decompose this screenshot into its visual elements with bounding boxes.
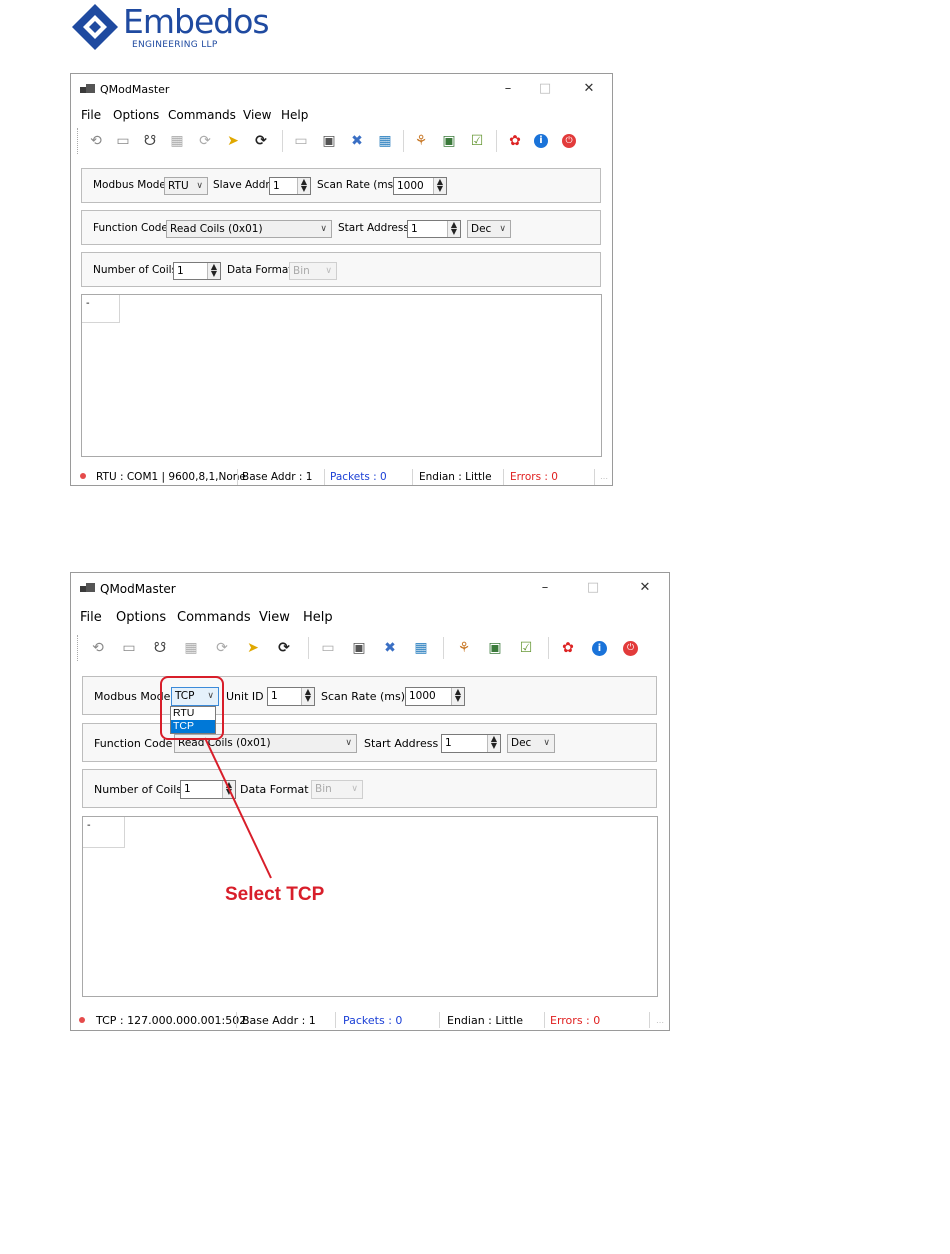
annotation-line bbox=[204, 737, 272, 879]
select-tcp-callout: Select TCP bbox=[225, 884, 325, 905]
annotation-arrow bbox=[204, 737, 272, 879]
